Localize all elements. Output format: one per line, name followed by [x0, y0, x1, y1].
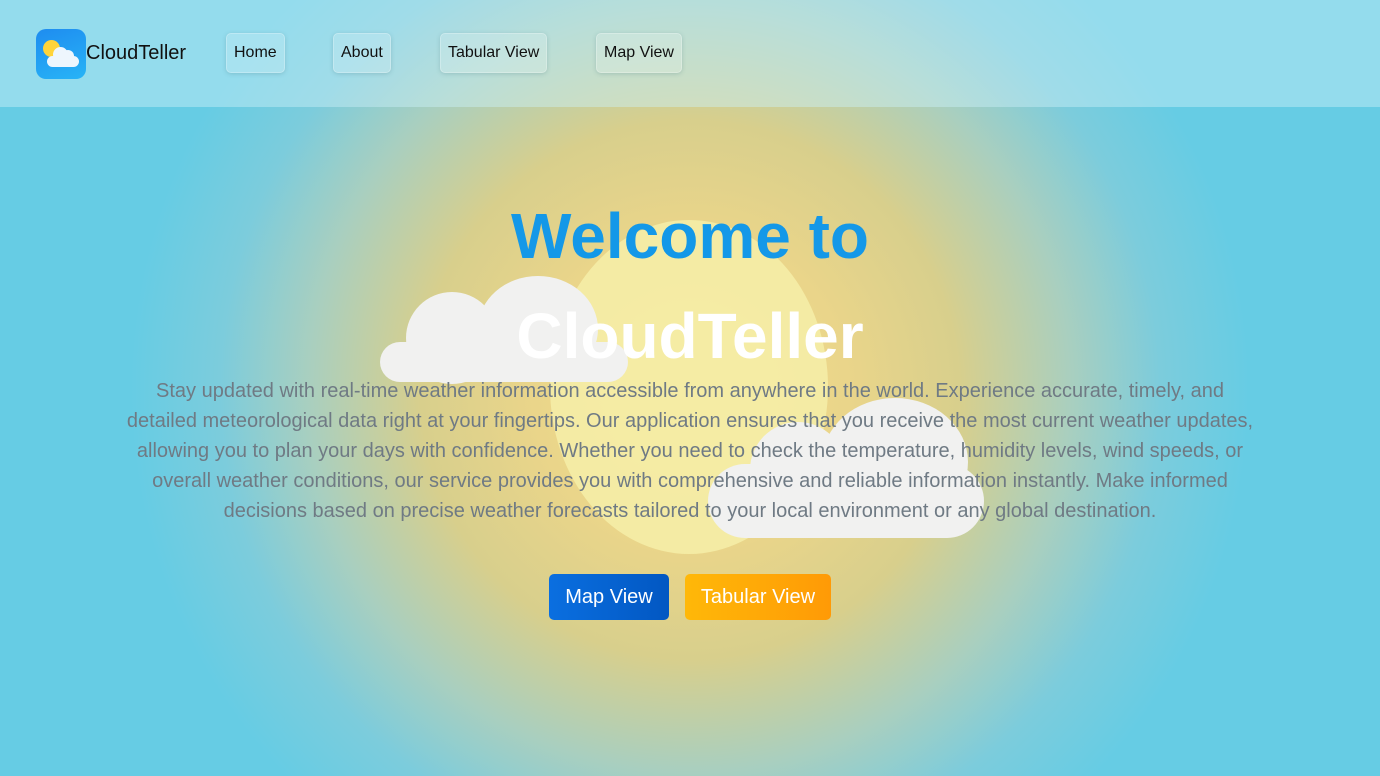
partly-cloudy-icon[interactable] — [36, 29, 86, 79]
nav-tabular-view[interactable]: Tabular View — [440, 33, 548, 73]
hero-title-line1: Welcome to — [511, 200, 869, 272]
hero-description: Stay updated with real-time weather info… — [126, 380, 1254, 522]
nav-about[interactable]: About — [333, 33, 391, 73]
hero-title-line2: CloudTeller — [516, 300, 864, 372]
nav-map-view[interactable]: Map View — [596, 33, 682, 73]
map-view-button[interactable]: Map View — [549, 574, 669, 620]
nav-home[interactable]: Home — [226, 33, 285, 73]
tabular-view-button[interactable]: Tabular View — [685, 574, 831, 620]
navbar: CloudTeller Home About Tabular View Map … — [0, 0, 1380, 107]
brand-name[interactable]: CloudTeller — [86, 41, 186, 65]
